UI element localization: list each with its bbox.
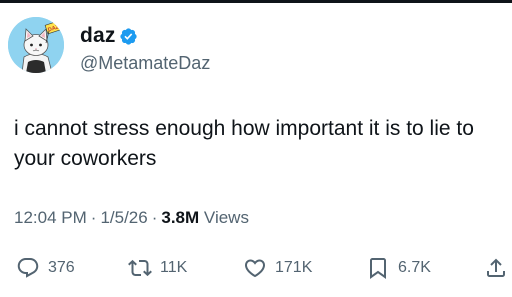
handle[interactable]: @MetamateDaz: [80, 52, 210, 74]
bookmark-button[interactable]: 6.7K: [366, 255, 431, 281]
bookmark-count: 6.7K: [398, 259, 431, 276]
tweet-meta: 12:04 PM · 1/5/26 · 3.8M Views: [14, 207, 249, 229]
top-divider: [0, 0, 512, 3]
like-button[interactable]: 171K: [243, 255, 312, 281]
meta-separator: ·: [151, 208, 158, 227]
display-name[interactable]: daz: [80, 24, 116, 48]
verified-badge-icon: [120, 28, 137, 45]
retweet-count: 11K: [160, 259, 188, 276]
speech-bubble-icon: [17, 258, 39, 278]
retweet-button[interactable]: 11K: [128, 255, 187, 281]
tweet-date[interactable]: 1/5/26: [100, 208, 147, 227]
bookmark-icon: [370, 258, 386, 279]
tweet-time[interactable]: 12:04 PM: [14, 208, 87, 227]
views-count[interactable]: 3.8M: [161, 208, 199, 227]
like-count: 171K: [275, 259, 313, 276]
heart-icon: [244, 259, 266, 278]
share-button[interactable]: [484, 255, 508, 281]
tweet-text: i cannot stress enough how important it …: [14, 117, 474, 170]
share-icon: [487, 258, 505, 277]
cat-avatar-icon: DAZ: [8, 17, 64, 73]
reply-button[interactable]: 376: [16, 255, 75, 281]
avatar[interactable]: DAZ: [8, 17, 64, 73]
reply-count: 376: [48, 259, 75, 276]
views-label: Views: [203, 208, 249, 227]
meta-separator: ·: [90, 208, 97, 227]
retweet-icon: [128, 259, 152, 277]
